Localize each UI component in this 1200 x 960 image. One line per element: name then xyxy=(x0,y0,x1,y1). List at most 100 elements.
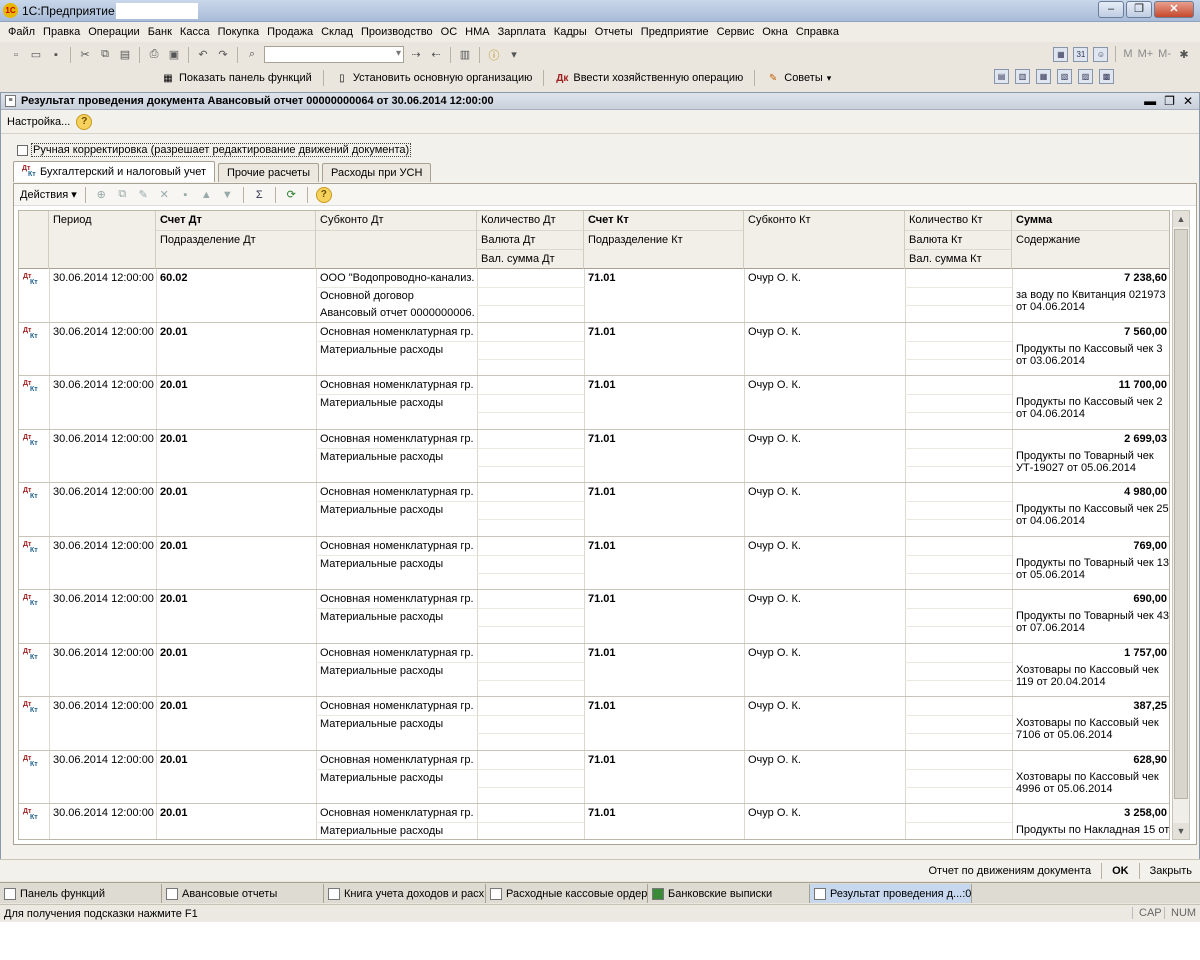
col-acc-kt[interactable]: Счет Кт xyxy=(584,211,744,230)
new-document-icon[interactable]: ▫ xyxy=(8,47,24,63)
table-row[interactable]: Дт Кт 30.06.2014 12:00:00 20.01 Основная ном… xyxy=(19,322,1169,376)
memory-store-button[interactable]: M xyxy=(1123,48,1132,60)
settings-icon[interactable]: ▩ xyxy=(1099,69,1114,84)
tips-button[interactable]: ✎ Советы ▾ xyxy=(763,71,834,85)
documents-icon[interactable]: ▥ xyxy=(1015,69,1030,84)
col-cur-kt[interactable]: Валюта Кт xyxy=(905,230,1012,249)
scroll-thumb[interactable] xyxy=(1174,229,1188,799)
menu-item[interactable]: Кадры xyxy=(550,22,591,42)
save-row-icon[interactable]: ▪ xyxy=(178,187,193,202)
table-row[interactable]: Дт Кт 30.06.2014 12:00:00 20.01 Основная ном… xyxy=(19,804,1169,839)
tab-other-settlements[interactable]: Прочие расчеты xyxy=(218,163,320,182)
col-content[interactable]: Содержание xyxy=(1012,230,1169,269)
menu-item[interactable]: Производство xyxy=(357,22,437,42)
preview-icon[interactable]: ▣ xyxy=(166,47,182,63)
menu-item[interactable]: Операции xyxy=(84,22,143,42)
users-icon[interactable]: ☺ xyxy=(1093,46,1109,62)
table-row[interactable]: Дт Кт 30.06.2014 12:00:00 20.01 Основная ном… xyxy=(19,697,1169,751)
col-qty-dt[interactable]: Количество Дт xyxy=(477,211,584,230)
search-combo-input[interactable] xyxy=(264,46,404,63)
menu-item[interactable]: Касса xyxy=(176,22,214,42)
task-function-panel[interactable]: Панель функций xyxy=(0,884,162,903)
manual-correction-checkbox[interactable] xyxy=(17,144,28,156)
menu-item[interactable]: Предприятие xyxy=(637,22,713,42)
col-dept-kt[interactable]: Подразделение Кт xyxy=(584,230,744,269)
help-icon[interactable]: ? xyxy=(76,113,93,130)
help-icon[interactable]: ? xyxy=(315,186,332,203)
task-bank-statements[interactable]: Банковские выписки xyxy=(648,884,810,903)
col-qty-kt[interactable]: Количество Кт xyxy=(905,211,1012,230)
copy-icon[interactable]: ⧉ xyxy=(97,47,113,63)
col-acc-dt[interactable]: Счет Дт xyxy=(156,211,316,230)
menu-item[interactable]: Окна xyxy=(758,22,792,42)
doc-minimize-icon[interactable]: ▬ xyxy=(1144,93,1156,110)
report-icon[interactable]: ▧ xyxy=(1057,69,1072,84)
menu-item[interactable]: Склад xyxy=(317,22,357,42)
move-up-icon[interactable]: ▲ xyxy=(199,187,214,202)
menu-item[interactable]: Файл xyxy=(4,22,39,42)
restore-button[interactable]: ❐ xyxy=(1126,1,1152,18)
cut-icon[interactable]: ✂ xyxy=(77,47,93,63)
info-icon[interactable]: ⓘ xyxy=(486,47,502,63)
copy-row-icon[interactable]: ⧉ xyxy=(115,187,130,202)
print-icon[interactable]: ⎙ xyxy=(146,47,162,63)
menu-item[interactable]: Продажа xyxy=(263,22,317,42)
table-row[interactable]: Дт Кт 30.06.2014 12:00:00 20.01 Основная ном… xyxy=(19,376,1169,430)
undo-icon[interactable]: ↶ xyxy=(195,47,211,63)
actions-menu-button[interactable]: Действия ▾ xyxy=(20,188,77,201)
edit-row-icon[interactable]: ✎ xyxy=(136,187,151,202)
save-icon[interactable]: ▪ xyxy=(48,47,64,63)
manual-correction-label[interactable]: Ручная корректировка (разрешает редактир… xyxy=(31,143,412,157)
memory-add-button[interactable]: M+ xyxy=(1138,48,1154,60)
menu-item[interactable]: ОС xyxy=(437,22,462,42)
vertical-scrollbar[interactable]: ▲ ▼ xyxy=(1172,210,1190,840)
journal-icon[interactable]: ▤ xyxy=(994,69,1009,84)
refresh-icon[interactable]: ⟳ xyxy=(284,187,299,202)
col-subconto-dt[interactable]: Субконто Дт xyxy=(316,211,477,230)
table-row[interactable]: Дт Кт 30.06.2014 12:00:00 20.01 Основная ном… xyxy=(19,590,1169,644)
calendar-icon[interactable]: 31 xyxy=(1073,46,1089,62)
col-cur-dt[interactable]: Валюта Дт xyxy=(477,230,584,249)
table-row[interactable]: Дт Кт 30.06.2014 12:00:00 20.01 Основная ном… xyxy=(19,750,1169,804)
menu-item[interactable]: Правка xyxy=(39,22,84,42)
tab-accounting[interactable]: Дт Кт Бухгалтерский и налоговый учет xyxy=(13,161,216,182)
menu-item[interactable]: Отчеты xyxy=(591,22,637,42)
doc-restore-icon[interactable]: ❐ xyxy=(1164,93,1175,110)
move-down-icon[interactable]: ▼ xyxy=(220,187,235,202)
col-sum[interactable]: Сумма xyxy=(1012,211,1169,230)
scroll-up-icon[interactable]: ▲ xyxy=(1173,211,1189,227)
task-advance-reports[interactable]: Авансовые отчеты xyxy=(162,884,324,903)
memory-subtract-button[interactable]: M- xyxy=(1158,48,1171,60)
table-row[interactable]: Дт Кт 30.06.2014 12:00:00 20.01 Основная ном… xyxy=(19,643,1169,697)
accounts-icon[interactable]: ▨ xyxy=(1078,69,1093,84)
movements-report-button[interactable]: Отчет по движениям документа xyxy=(929,865,1092,877)
set-main-organization-button[interactable]: ▯ Установить основную организацию xyxy=(332,71,536,85)
tab-usn-expenses[interactable]: Расходы при УСН xyxy=(322,163,432,182)
totals-icon[interactable]: Σ xyxy=(252,187,267,202)
redo-icon[interactable]: ↷ xyxy=(215,47,231,63)
col-dept-dt[interactable]: Подразделение Дт xyxy=(156,230,316,269)
toolbar-more-icon[interactable]: ▾ xyxy=(506,47,522,63)
settings-button[interactable]: Настройка... xyxy=(7,116,70,128)
table-row[interactable]: Дт Кт 30.06.2014 12:00:00 60.02 ООО "Водопро… xyxy=(19,269,1169,323)
col-subconto-kt[interactable]: Субконто Кт xyxy=(744,211,905,269)
reference-icon[interactable]: ▦ xyxy=(1036,69,1051,84)
ok-button[interactable]: OK xyxy=(1112,865,1129,877)
menu-item[interactable]: Покупка xyxy=(214,22,264,42)
menu-item[interactable]: НМА xyxy=(461,22,493,42)
search-next-icon[interactable]: ⇢ xyxy=(408,47,424,63)
menu-item[interactable]: Сервис xyxy=(713,22,759,42)
task-cash-orders[interactable]: Расходные кассовые ордера xyxy=(486,884,648,903)
add-row-icon[interactable]: ⊕ xyxy=(94,187,109,202)
task-income-book[interactable]: Книга учета доходов и расх... xyxy=(324,884,486,903)
task-posting-result[interactable]: Результат проведения д...:00 xyxy=(810,884,972,903)
col-cur-sum-kt[interactable]: Вал. сумма Кт xyxy=(905,249,1012,269)
search-prev-icon[interactable]: ⇠ xyxy=(428,47,444,63)
open-folder-icon[interactable]: ▭ xyxy=(28,47,44,63)
doc-close-icon[interactable]: ✕ xyxy=(1183,93,1193,110)
table-row[interactable]: Дт Кт 30.06.2014 12:00:00 20.01 Основная ном… xyxy=(19,536,1169,590)
close-window-button[interactable]: ✕ xyxy=(1154,1,1194,18)
menu-item[interactable]: Справка xyxy=(792,22,843,42)
minimize-button[interactable]: – xyxy=(1098,1,1124,18)
find-icon[interactable]: ⌕ xyxy=(244,47,260,63)
